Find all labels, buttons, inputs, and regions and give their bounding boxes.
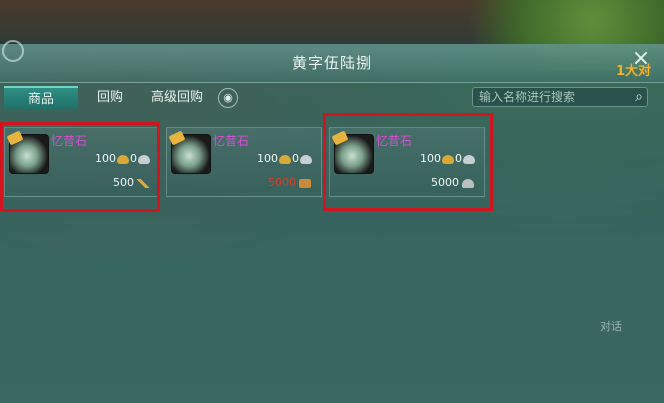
gold-count: 100 [257,152,278,165]
gold-ingot-icon [279,154,291,164]
silver-ingot-icon [300,154,312,164]
tab-advanced-buyback[interactable]: 高级回购 [142,86,212,110]
stone-item-icon [168,130,211,174]
tab-buyback[interactable]: 回购 [82,86,138,110]
price-value: 5000 [268,176,296,189]
highlight-box [0,122,160,212]
search-icon[interactable]: ⌕ [635,89,643,105]
tab-goods[interactable]: 商品 [4,86,78,110]
quality-badge-icon [168,130,186,146]
item-price: 5000 [268,176,311,189]
search-box: ⌕ [472,87,648,107]
chest-icon [299,178,311,188]
chat-hint[interactable]: 对话 [600,318,622,334]
eye-icon[interactable]: ◉ [218,88,238,108]
search-input[interactable] [479,89,619,105]
shop-item-card[interactable]: 忆昔石 100 0 5000 [166,127,322,197]
shop-title: 黄字伍陆捌 [291,54,372,72]
highlight-box [323,113,493,211]
silver-count: 0 [292,152,299,165]
item-stock: 100 0 [257,152,313,165]
corner-overlay-text: 1大对 [616,64,652,79]
item-name: 忆昔石 [213,134,250,148]
